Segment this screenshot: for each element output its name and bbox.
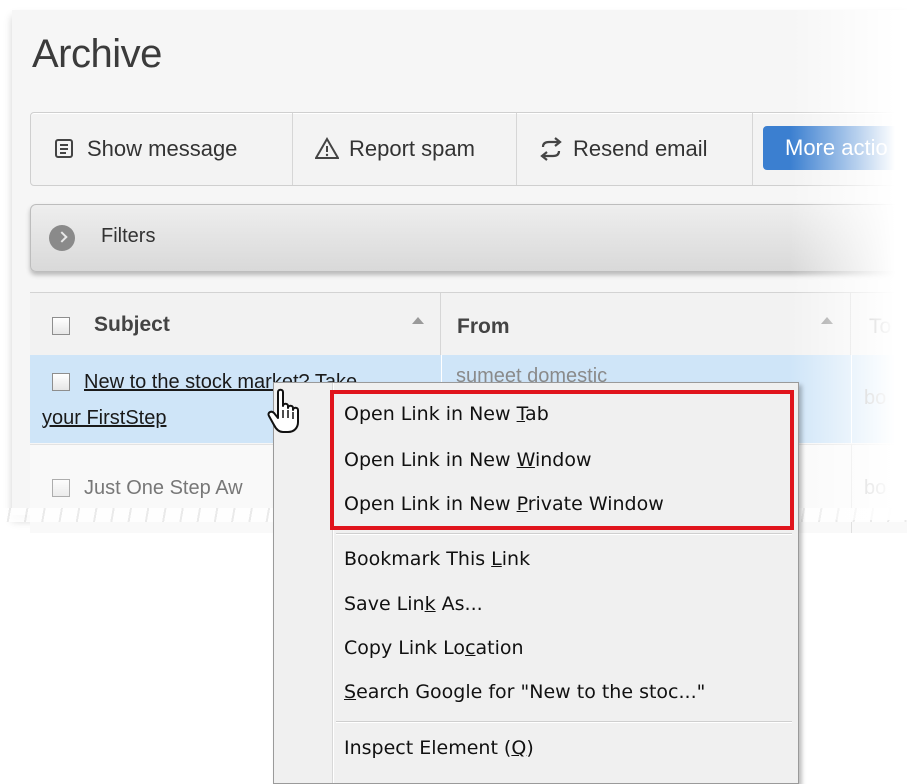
filters-label: Filters [101,225,156,247]
menu-item-search-google[interactable]: Search Google for "New to the stoc..." [344,681,705,703]
row-checkbox[interactable] [52,479,70,497]
menu-item-text: Bookmark This [344,548,492,570]
menu-item-open-link-new-tab[interactable]: Open Link in New Tab [344,403,549,425]
menu-item-inspect-element[interactable]: Inspect Element (Q) [344,737,534,759]
resend-email-label: Resend email [573,136,708,161]
subject-cell[interactable]: Just One Step Aw [84,477,243,500]
resend-email-button[interactable]: Resend email [517,113,753,185]
resend-icon [539,137,563,161]
menu-item-text: Copy Link Lo [344,637,466,659]
menu-item-text: Inspect Element ( [344,737,512,759]
accelerator-key: W [516,449,535,471]
row-checkbox[interactable] [52,373,70,391]
accelerator-key: Q [511,737,527,759]
accelerator-key: L [491,548,502,570]
menu-item-copy-link-location[interactable]: Copy Link Location [344,637,524,659]
menu-item-text: ) [526,737,534,759]
menu-item-text: As... [435,593,483,615]
menu-item-text: indow [534,449,592,471]
menu-item-text: Open Link in New [344,449,517,471]
menu-item-text: ation [475,637,524,659]
menu-item-text: earch Google for "New to the stoc..." [356,681,706,703]
select-all-checkbox[interactable] [52,317,70,335]
accelerator-key: T [516,403,526,425]
menu-separator [336,721,792,723]
subject-column-header[interactable]: Subject [30,293,441,355]
hand-pointer-cursor-icon [266,388,306,441]
accelerator-key: S [344,681,357,703]
page-title: Archive [32,32,162,76]
show-message-label: Show message [87,136,238,161]
show-message-button[interactable]: Show message [31,113,293,185]
warning-icon [314,137,340,161]
accelerator-key: P [516,493,528,515]
from-header-label: From [457,315,510,338]
context-menu: Open Link in New Tab Open Link in New Wi… [273,382,799,784]
menu-item-save-link-as[interactable]: Save Link As... [344,593,483,615]
filters-bar[interactable]: Filters [30,204,907,272]
menu-item-text: rivate Window [527,493,664,515]
sort-ascending-icon [412,317,424,324]
subject-header-label: Subject [94,313,170,336]
right-fade-overlay [790,10,907,520]
menu-separator [336,533,792,535]
menu-item-open-link-private-window[interactable]: Open Link in New Private Window [344,493,664,515]
table-header: Subject From To [30,292,907,356]
message-icon [53,137,77,161]
menu-item-bookmark-link[interactable]: Bookmark This Link [344,548,530,570]
menu-item-text: Open Link in New [344,493,517,515]
expand-arrow-icon[interactable] [49,225,75,251]
menu-item-text: Open Link in New [344,403,517,425]
menu-item-text: ab [525,403,549,425]
menu-item-text: Save Lin [344,593,425,615]
report-spam-button[interactable]: Report spam [293,113,517,185]
subject-link-continued[interactable]: your FirstStep [42,407,166,430]
report-spam-label: Report spam [349,136,475,161]
menu-gutter-highlight [333,383,334,783]
accelerator-key: c [465,637,476,659]
menu-item-text: ink [501,548,531,570]
menu-item-open-link-new-window[interactable]: Open Link in New Window [344,449,592,471]
toolbar: Show message Report spam Resend email Mo… [30,112,907,186]
accelerator-key: k [424,593,436,615]
